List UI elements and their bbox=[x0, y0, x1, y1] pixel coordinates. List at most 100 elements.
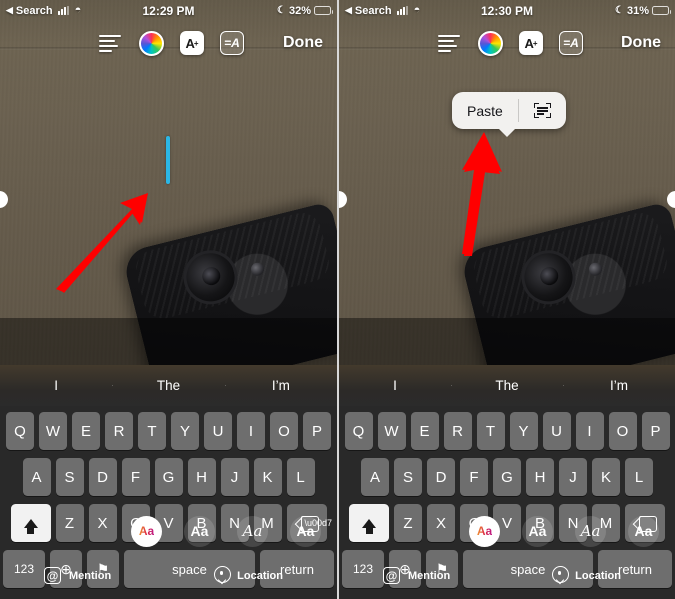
key-f[interactable]: F bbox=[460, 458, 488, 496]
key-j[interactable]: J bbox=[220, 458, 249, 496]
key-e[interactable]: E bbox=[72, 412, 100, 450]
color-wheel-icon[interactable] bbox=[139, 30, 164, 56]
key-d[interactable]: D bbox=[88, 458, 117, 496]
key-u[interactable]: U bbox=[204, 412, 232, 450]
key-h[interactable]: H bbox=[187, 458, 216, 496]
key-h[interactable]: H bbox=[526, 458, 554, 496]
location-pin-icon bbox=[214, 566, 232, 585]
location-label: Location bbox=[237, 569, 283, 582]
text-effect-button[interactable]: =A bbox=[559, 31, 583, 55]
color-wheel-icon[interactable] bbox=[478, 30, 503, 56]
key-a[interactable]: A bbox=[361, 458, 389, 496]
keyboard-row-2: A S D F G H J K L bbox=[0, 458, 337, 496]
key-s[interactable]: S bbox=[394, 458, 422, 496]
key-l[interactable]: L bbox=[625, 458, 653, 496]
font-pill-label: Aa bbox=[138, 524, 155, 538]
font-pill-classic[interactable]: Aa bbox=[131, 515, 162, 547]
at-sign-icon: @ bbox=[44, 567, 61, 584]
key-o[interactable]: O bbox=[270, 412, 298, 450]
mention-button[interactable]: @ Mention bbox=[44, 567, 111, 584]
key-d[interactable]: D bbox=[427, 458, 455, 496]
key-w[interactable]: W bbox=[377, 412, 406, 450]
font-pill-modern[interactable]: Aa bbox=[522, 515, 553, 547]
status-bar-clock: 12:29 PM bbox=[142, 3, 195, 18]
suggestion-item[interactable]: I’m bbox=[224, 378, 337, 393]
mention-button[interactable]: @ Mention bbox=[383, 567, 450, 584]
text-effect-label: =A bbox=[563, 36, 579, 50]
suggestion-item[interactable]: I’m bbox=[563, 378, 675, 393]
photo-bottom-scrim bbox=[0, 318, 337, 365]
font-pill-label: Aa bbox=[634, 523, 653, 539]
key-u[interactable]: U bbox=[542, 412, 571, 450]
battery-icon bbox=[314, 6, 333, 15]
font-pill-typewriter[interactable]: Aa bbox=[628, 515, 659, 547]
key-w[interactable]: W bbox=[39, 412, 67, 450]
text-align-icon[interactable] bbox=[438, 31, 462, 55]
suggestion-item[interactable]: I bbox=[339, 378, 451, 393]
font-pill-classic[interactable]: Aa bbox=[469, 515, 500, 547]
paste-context-menu: Paste bbox=[452, 92, 566, 137]
key-y[interactable]: Y bbox=[171, 412, 199, 450]
scan-text-menu-item[interactable] bbox=[519, 92, 566, 129]
font-pill-label: Aa bbox=[476, 524, 493, 538]
status-bar-clock: 12:30 PM bbox=[480, 3, 534, 18]
key-q[interactable]: Q bbox=[344, 412, 373, 450]
text-align-icon[interactable] bbox=[99, 31, 123, 55]
suggestion-item[interactable]: I bbox=[0, 378, 112, 393]
key-t[interactable]: T bbox=[138, 412, 166, 450]
keyboard-suggestion-bar: I The I’m bbox=[0, 365, 337, 406]
key-q[interactable]: Q bbox=[6, 412, 34, 450]
font-pill-label: Aa bbox=[296, 523, 315, 539]
font-pill-neon-script[interactable]: Aa bbox=[237, 515, 268, 547]
key-t[interactable]: T bbox=[476, 412, 505, 450]
location-label: Location bbox=[575, 569, 621, 582]
key-f[interactable]: F bbox=[121, 458, 150, 496]
font-pill-label: Aa bbox=[242, 522, 263, 540]
key-a[interactable]: A bbox=[22, 458, 51, 496]
key-k[interactable]: K bbox=[592, 458, 620, 496]
paste-menu-item[interactable]: Paste bbox=[452, 92, 518, 129]
suggestion-item[interactable]: The bbox=[451, 378, 563, 393]
key-r[interactable]: R bbox=[105, 412, 133, 450]
location-button[interactable]: Location bbox=[552, 566, 621, 585]
key-k[interactable]: K bbox=[253, 458, 282, 496]
keyboard-suggestion-bar: I The I’m bbox=[339, 365, 675, 406]
screenshot-left-panel: ◀ Search ◓ 12:29 PM ☾ 32% A + =A Done Aa… bbox=[0, 0, 337, 599]
story-actions-row: @ Mention Location bbox=[0, 552, 337, 599]
done-button[interactable]: Done bbox=[621, 34, 661, 52]
photo-bottom-scrim bbox=[339, 318, 675, 365]
key-p[interactable]: P bbox=[303, 412, 331, 450]
key-i[interactable]: I bbox=[237, 412, 265, 450]
battery-icon bbox=[652, 6, 671, 15]
font-pill-typewriter[interactable]: Aa bbox=[290, 515, 321, 547]
annotation-arrow bbox=[56, 193, 148, 293]
key-g[interactable]: G bbox=[493, 458, 521, 496]
font-style-picker: Aa Aa Aa Aa bbox=[339, 510, 675, 552]
key-g[interactable]: G bbox=[154, 458, 183, 496]
mention-label: Mention bbox=[408, 569, 451, 582]
key-e[interactable]: E bbox=[410, 412, 439, 450]
done-button[interactable]: Done bbox=[283, 34, 323, 52]
key-s[interactable]: S bbox=[55, 458, 84, 496]
location-button[interactable]: Location bbox=[214, 566, 283, 585]
status-bar: ◀ Search ◓ 12:30 PM ☾ 31% bbox=[339, 0, 675, 21]
key-j[interactable]: J bbox=[559, 458, 587, 496]
text-size-button[interactable]: A + bbox=[180, 31, 204, 55]
font-style-picker: Aa Aa Aa Aa bbox=[0, 510, 337, 552]
screenshot-canvas: ◀ Search ◓ 12:29 PM ☾ 32% A + =A Done Aa… bbox=[0, 0, 675, 599]
text-size-button[interactable]: A + bbox=[519, 31, 543, 55]
key-i[interactable]: I bbox=[575, 412, 604, 450]
key-p[interactable]: P bbox=[641, 412, 670, 450]
text-effect-label: =A bbox=[224, 36, 240, 50]
suggestion-item[interactable]: The bbox=[112, 378, 224, 393]
font-pill-neon-script[interactable]: Aa bbox=[575, 515, 606, 547]
key-l[interactable]: L bbox=[286, 458, 315, 496]
font-pill-modern[interactable]: Aa bbox=[184, 515, 215, 547]
key-y[interactable]: Y bbox=[509, 412, 538, 450]
status-bar: ◀ Search ◓ 12:29 PM ☾ 32% bbox=[0, 0, 337, 21]
text-size-sup: + bbox=[193, 38, 199, 48]
font-pill-label: Aa bbox=[580, 522, 601, 540]
key-r[interactable]: R bbox=[443, 412, 472, 450]
key-o[interactable]: O bbox=[608, 412, 637, 450]
text-effect-button[interactable]: =A bbox=[220, 31, 244, 55]
